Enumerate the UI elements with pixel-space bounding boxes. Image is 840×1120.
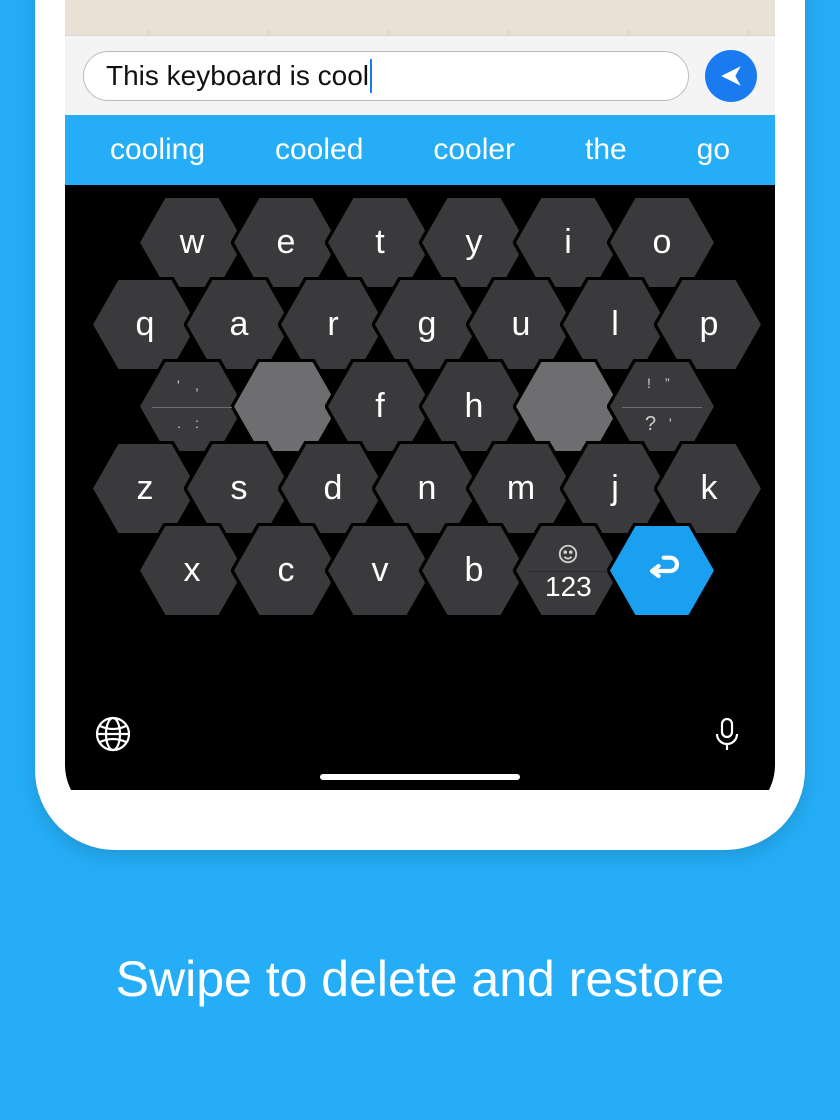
globe-button[interactable]	[93, 714, 133, 759]
key-p[interactable]: p	[654, 277, 764, 372]
key-punct-right[interactable]: !”?'	[607, 359, 717, 454]
globe-icon	[93, 714, 133, 754]
mic-button[interactable]	[707, 714, 747, 759]
send-button[interactable]	[705, 50, 757, 102]
home-indicator	[320, 774, 520, 780]
phone-frame: This keyboard is cool cooling cooled coo…	[35, 0, 805, 850]
chat-background	[65, 0, 775, 35]
message-input-text: This keyboard is cool	[106, 60, 369, 92]
key-o[interactable]: o	[607, 195, 717, 290]
text-caret	[370, 59, 372, 93]
suggestion-bar: cooling cooled cooler the go	[65, 115, 775, 185]
suggestion-item[interactable]: cooler	[433, 133, 515, 167]
marketing-headline: Swipe to delete and restore	[0, 950, 840, 1008]
message-input[interactable]: This keyboard is cool	[83, 51, 689, 101]
key-return[interactable]	[607, 523, 717, 618]
compose-bar: This keyboard is cool	[65, 35, 775, 115]
send-icon	[718, 63, 744, 89]
key-k[interactable]: k	[654, 441, 764, 536]
suggestion-item[interactable]: cooling	[110, 133, 205, 167]
suggestion-item[interactable]: cooled	[275, 133, 363, 167]
mic-icon	[707, 714, 747, 754]
suggestion-item[interactable]: the	[585, 133, 627, 167]
return-icon	[642, 546, 682, 595]
keyboard: wetyioqargulp',.:fh!”?'zsdnmjkxcvb123	[65, 185, 775, 790]
suggestion-item[interactable]: go	[697, 133, 730, 167]
